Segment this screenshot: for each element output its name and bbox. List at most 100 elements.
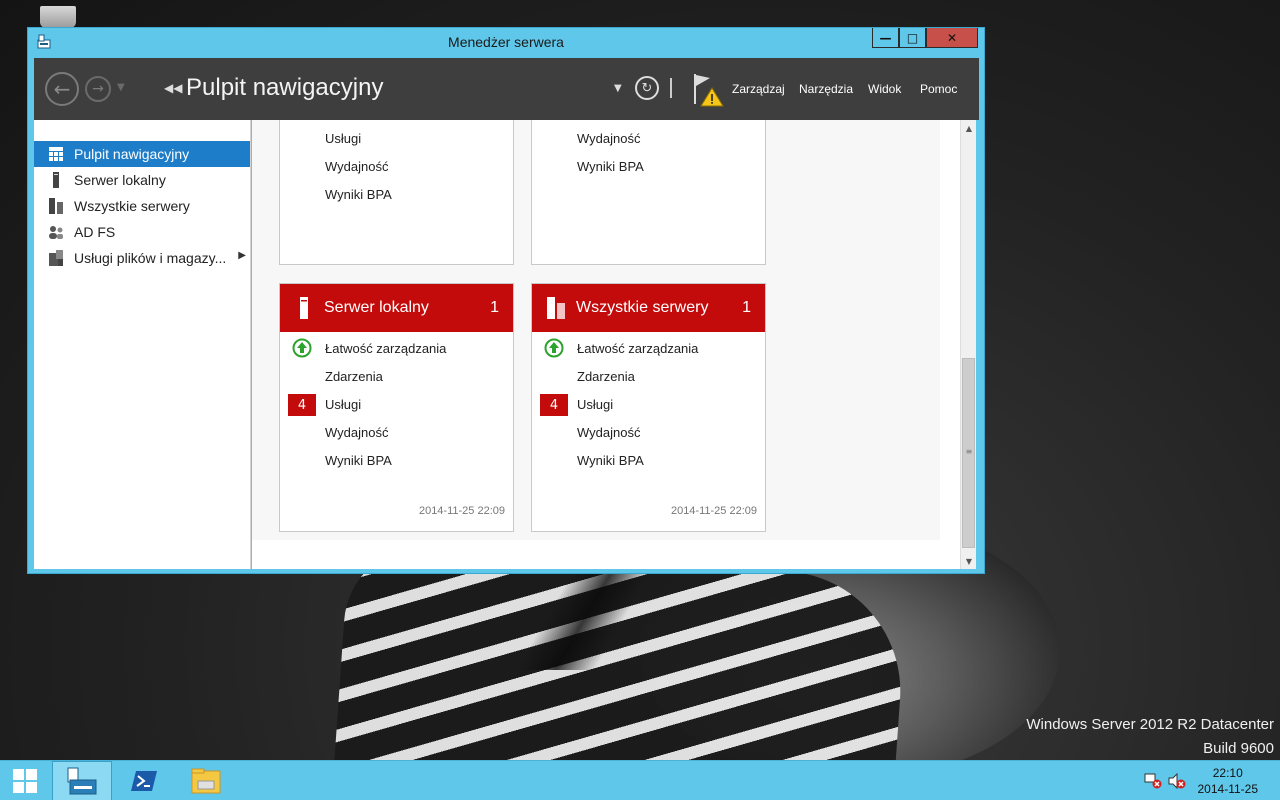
tile-row-manageability[interactable]: Łatwość zarządzania bbox=[577, 341, 698, 356]
close-icon: ✕ bbox=[946, 30, 958, 45]
arrow-right-icon: → bbox=[92, 81, 104, 97]
tile-row-bpa[interactable]: Wyniki BPA bbox=[325, 187, 392, 202]
forward-button[interactable]: → bbox=[85, 76, 111, 102]
clock-time: 22:10 bbox=[1212, 766, 1243, 780]
tile-top-left[interactable]: Usługi Wydajność Wyniki BPA bbox=[279, 120, 514, 265]
tile-timestamp: 2014-11-25 22:09 bbox=[418, 505, 505, 517]
server-icon bbox=[300, 297, 308, 319]
menu-view[interactable]: Widok bbox=[868, 82, 901, 96]
adfs-icon bbox=[49, 226, 63, 239]
tiles-canvas: Usługi Wydajność Wyniki BPA Wydajność Wy… bbox=[252, 120, 940, 540]
recycle-bin-icon[interactable] bbox=[40, 6, 76, 28]
tile-row-services[interactable]: Usługi bbox=[325, 397, 361, 412]
tile-row-bpa[interactable]: Wyniki BPA bbox=[577, 159, 644, 174]
sidebar-item-label: AD FS bbox=[74, 224, 116, 240]
file-services-icon bbox=[49, 250, 63, 266]
maximize-button[interactable]: □ bbox=[899, 28, 926, 48]
system-clock[interactable]: 22:10 2014-11-25 bbox=[1198, 765, 1259, 797]
expand-arrow-icon[interactable]: ▶ bbox=[238, 250, 246, 261]
minimize-icon: — bbox=[879, 30, 892, 45]
server-manager-window: Menedżer serwera — □ ✕ ← → ▼ ◀◀ Pulpit n… bbox=[27, 27, 985, 574]
tile-row-services[interactable]: Usługi bbox=[325, 131, 361, 146]
taskbar-powershell[interactable] bbox=[114, 761, 174, 800]
tile-row-performance[interactable]: Wydajność bbox=[577, 131, 640, 146]
tile-row-services[interactable]: Usługi bbox=[577, 397, 613, 412]
tile-title: Serwer lokalny bbox=[324, 299, 429, 316]
tile-row-events[interactable]: Zdarzenia bbox=[325, 369, 383, 384]
tile-all-servers: Wszystkie serwery 1 Łatwość zarządzania … bbox=[531, 283, 766, 532]
tile-header[interactable]: Wszystkie serwery 1 bbox=[532, 284, 765, 332]
tile-timestamp: 2014-11-25 22:09 bbox=[670, 505, 757, 517]
alert-count-badge[interactable]: 4 bbox=[288, 394, 316, 416]
tile-title: Wszystkie serwery bbox=[576, 299, 709, 316]
dashboard-icon bbox=[49, 147, 63, 161]
server-icon bbox=[53, 172, 59, 188]
os-edition-watermark: Windows Server 2012 R2 Datacenter bbox=[1026, 716, 1274, 733]
servers-icon bbox=[547, 297, 565, 319]
tile-top-right[interactable]: Wydajność Wyniki BPA bbox=[531, 120, 766, 265]
folder-icon bbox=[191, 768, 221, 794]
tile-row-manageability[interactable]: Łatwość zarządzania bbox=[325, 341, 446, 356]
clock-date: 2014-11-25 bbox=[1197, 782, 1259, 796]
alert-count-badge[interactable]: 4 bbox=[540, 394, 568, 416]
tile-row-bpa[interactable]: Wyniki BPA bbox=[577, 453, 644, 468]
start-button[interactable] bbox=[0, 761, 50, 800]
menu-help[interactable]: Pomoc bbox=[920, 82, 957, 96]
windows-logo-icon bbox=[13, 769, 37, 793]
toolbar: ← → ▼ ◀◀ Pulpit nawigacyjny ▼ ↻ Zarządza… bbox=[34, 58, 979, 120]
scroll-up-icon[interactable]: ▲ bbox=[961, 120, 977, 136]
tile-row-performance[interactable]: Wydajność bbox=[325, 159, 388, 174]
tile-count: 1 bbox=[742, 299, 751, 316]
tile-local-server: Serwer lokalny 1 Łatwość zarządzania Zda… bbox=[279, 283, 514, 532]
sidebar-item-label: Usługi plików i magazy... bbox=[74, 250, 227, 266]
sidebar-item-label: Wszystkie serwery bbox=[74, 198, 190, 214]
close-button[interactable]: ✕ bbox=[926, 28, 978, 48]
powershell-icon bbox=[131, 771, 157, 791]
taskbar-file-explorer[interactable] bbox=[176, 761, 236, 800]
title-bar[interactable]: Menedżer serwera — □ ✕ bbox=[28, 28, 984, 58]
sidebar: Pulpit nawigacyjny Serwer lokalny Wszyst… bbox=[34, 120, 251, 569]
sidebar-item-label: Serwer lokalny bbox=[74, 172, 166, 188]
arrow-left-icon: ← bbox=[53, 77, 71, 101]
grip-icon: ≡ bbox=[965, 447, 973, 456]
menu-manage[interactable]: Zarządzaj bbox=[732, 82, 785, 96]
wallpaper-hair bbox=[500, 560, 700, 670]
refresh-icon: ↻ bbox=[641, 80, 653, 96]
history-dropdown-icon[interactable]: ▼ bbox=[117, 82, 125, 93]
notifications-flag-button[interactable] bbox=[692, 72, 724, 108]
os-build-watermark: Build 9600 bbox=[1203, 740, 1274, 757]
minimize-button[interactable]: — bbox=[872, 28, 899, 48]
taskbar-server-manager[interactable] bbox=[52, 761, 112, 800]
breadcrumb-arrows-icon: ◀◀ bbox=[164, 81, 183, 95]
tile-row-performance[interactable]: Wydajność bbox=[577, 425, 640, 440]
breadcrumb: Pulpit nawigacyjny bbox=[186, 74, 384, 101]
volume-muted-icon[interactable] bbox=[1168, 773, 1186, 789]
sidebar-item-dashboard[interactable]: Pulpit nawigacyjny bbox=[34, 141, 250, 167]
scroll-down-icon[interactable]: ▼ bbox=[961, 553, 977, 569]
refresh-button[interactable]: ↻ bbox=[635, 76, 659, 100]
back-button[interactable]: ← bbox=[45, 72, 79, 106]
ok-status-icon bbox=[544, 338, 564, 358]
menu-tools[interactable]: Narzędzia bbox=[799, 82, 853, 96]
tile-row-performance[interactable]: Wydajność bbox=[325, 425, 388, 440]
servers-icon bbox=[49, 198, 63, 214]
dashboard-content: Usługi Wydajność Wyniki BPA Wydajność Wy… bbox=[252, 120, 963, 569]
tile-count: 1 bbox=[490, 299, 499, 316]
vertical-scrollbar[interactable]: ▲ ≡ ▼ bbox=[960, 120, 976, 569]
sidebar-item-file-services[interactable]: Usługi plików i magazy... ▶ bbox=[34, 245, 250, 271]
tile-header[interactable]: Serwer lokalny 1 bbox=[280, 284, 513, 332]
ok-status-icon bbox=[292, 338, 312, 358]
sidebar-item-local-server[interactable]: Serwer lokalny bbox=[34, 167, 250, 193]
sidebar-item-all-servers[interactable]: Wszystkie serwery bbox=[34, 193, 250, 219]
server-manager-app-icon bbox=[67, 767, 97, 795]
window-title: Menedżer serwera bbox=[448, 34, 564, 50]
sidebar-item-label: Pulpit nawigacyjny bbox=[74, 146, 190, 162]
taskbar: 22:10 2014-11-25 bbox=[0, 760, 1280, 800]
breadcrumb-dropdown-icon[interactable]: ▼ bbox=[614, 83, 622, 94]
sidebar-item-ad-fs[interactable]: AD FS bbox=[34, 219, 250, 245]
toolbar-separator bbox=[670, 78, 672, 98]
scrollbar-thumb[interactable]: ≡ bbox=[962, 358, 975, 548]
network-error-icon[interactable] bbox=[1144, 773, 1162, 789]
tile-row-events[interactable]: Zdarzenia bbox=[577, 369, 635, 384]
tile-row-bpa[interactable]: Wyniki BPA bbox=[325, 453, 392, 468]
